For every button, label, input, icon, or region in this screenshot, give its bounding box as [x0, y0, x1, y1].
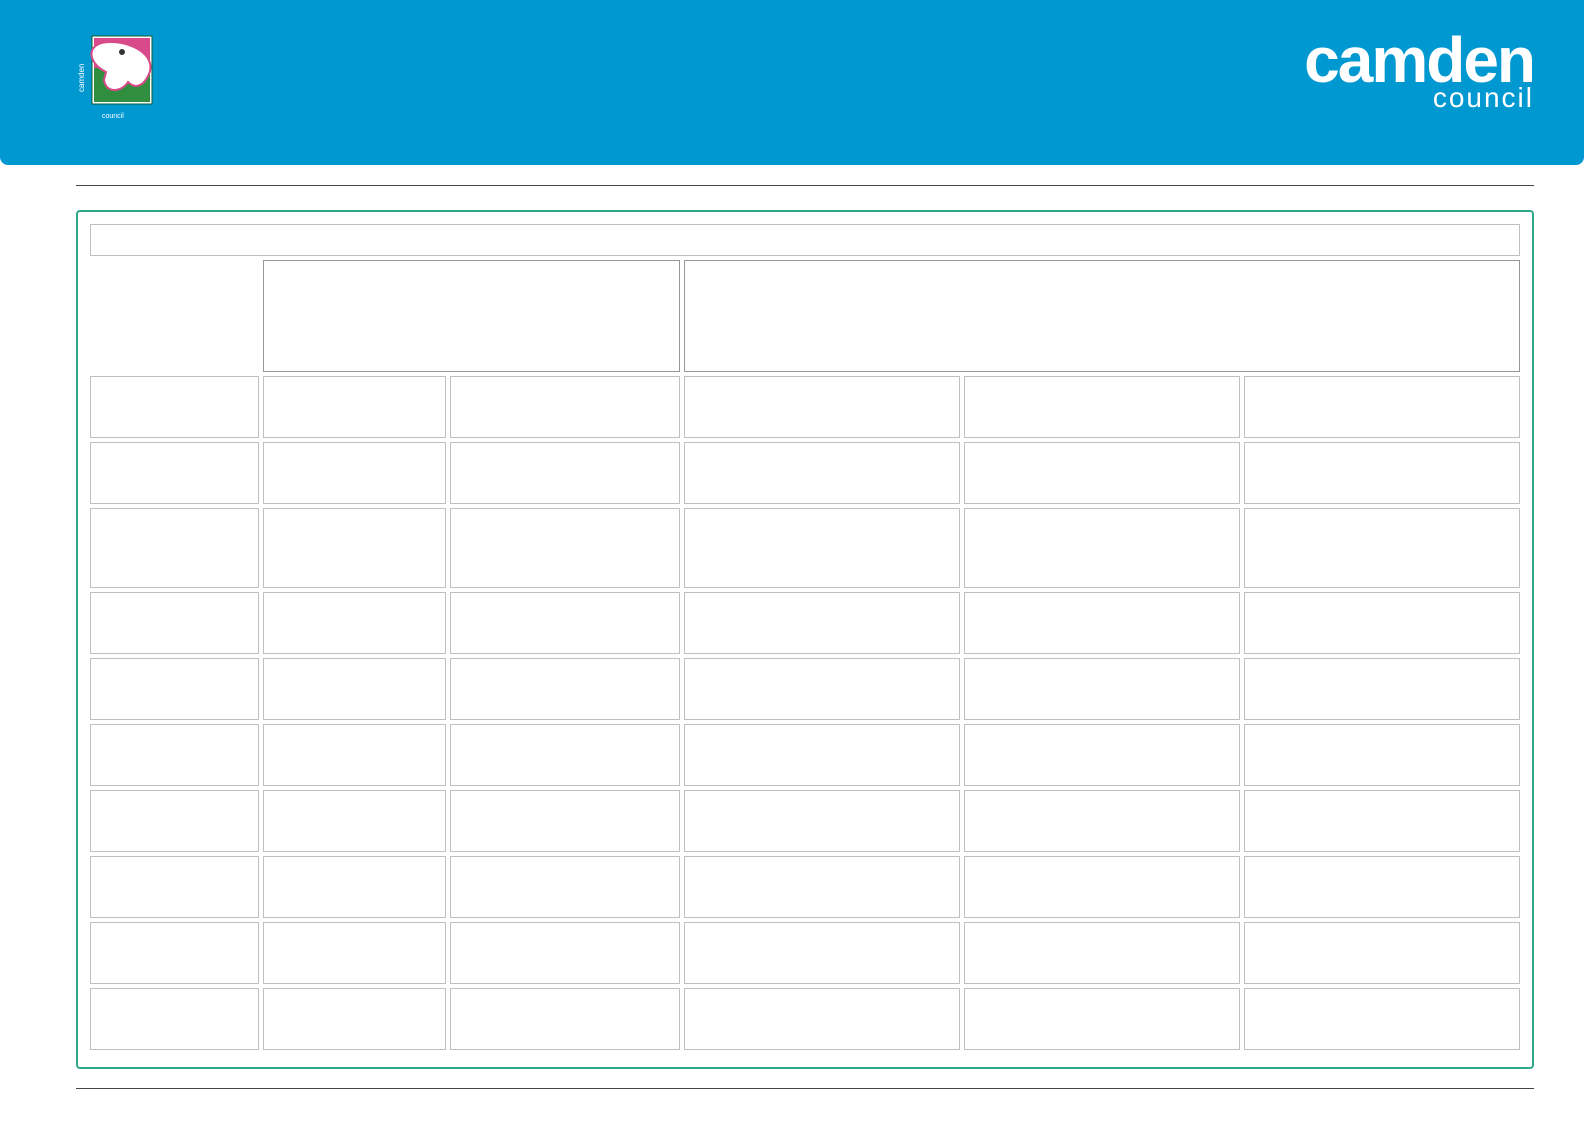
table-header-left [263, 260, 681, 372]
table-cell [684, 658, 960, 720]
row-label [90, 988, 259, 1050]
table-cell [964, 658, 1240, 720]
table-cell [450, 592, 680, 654]
table-cell [450, 508, 680, 588]
table-cell [450, 856, 680, 918]
divider-top [76, 185, 1534, 186]
table-cell [964, 988, 1240, 1050]
data-table [86, 220, 1524, 1054]
table-cell [263, 724, 447, 786]
table-cell [964, 724, 1240, 786]
brand-block: camden council [1304, 35, 1534, 114]
row-label [90, 724, 259, 786]
table-cell [450, 790, 680, 852]
row-label [90, 856, 259, 918]
divider-bottom [76, 1088, 1534, 1089]
table-cell [964, 790, 1240, 852]
svg-text:camden: camden [77, 64, 86, 92]
table-cell [450, 376, 680, 438]
table-cell [964, 442, 1240, 504]
table-cell [684, 592, 960, 654]
table-cell [263, 988, 447, 1050]
table-header-right [684, 260, 1520, 372]
table-cell [964, 508, 1240, 588]
table-cell [964, 376, 1240, 438]
table-cell [263, 592, 447, 654]
table-cell [263, 508, 447, 588]
table-cell [964, 856, 1240, 918]
table-cell [450, 922, 680, 984]
table-cell [684, 790, 960, 852]
table-cell [450, 442, 680, 504]
table-cell [1244, 988, 1520, 1050]
row-label [90, 376, 259, 438]
table-cell [684, 856, 960, 918]
table-cell [684, 442, 960, 504]
table-corner-spacer [90, 260, 259, 372]
council-logo: camden council [76, 32, 166, 132]
table-cell [1244, 724, 1520, 786]
table-cell [1244, 790, 1520, 852]
table-cell [684, 376, 960, 438]
row-label [90, 592, 259, 654]
table-cell [450, 988, 680, 1050]
table-cell [684, 508, 960, 588]
page-header: camden council camden council [0, 0, 1584, 165]
row-label [90, 508, 259, 588]
row-label [90, 922, 259, 984]
table-cell [263, 376, 447, 438]
content-panel [76, 210, 1534, 1069]
table-cell [1244, 658, 1520, 720]
table-cell [450, 658, 680, 720]
table-cell [1244, 922, 1520, 984]
table-cell [684, 724, 960, 786]
svg-text:council: council [102, 113, 124, 120]
table-cell [1244, 376, 1520, 438]
table-cell [263, 856, 447, 918]
table-cell [450, 724, 680, 786]
table-cell [263, 442, 447, 504]
row-label [90, 442, 259, 504]
table-cell [964, 922, 1240, 984]
table-cell [684, 922, 960, 984]
table-title-row [90, 224, 1520, 256]
table-cell [1244, 508, 1520, 588]
table-cell [263, 790, 447, 852]
brand-name: camden [1304, 35, 1534, 86]
table-cell [1244, 592, 1520, 654]
table-cell [1244, 442, 1520, 504]
table-cell [684, 988, 960, 1050]
row-label [90, 790, 259, 852]
table-cell [263, 658, 447, 720]
table-cell [263, 922, 447, 984]
table-cell [964, 592, 1240, 654]
table-cell [1244, 856, 1520, 918]
row-label [90, 658, 259, 720]
